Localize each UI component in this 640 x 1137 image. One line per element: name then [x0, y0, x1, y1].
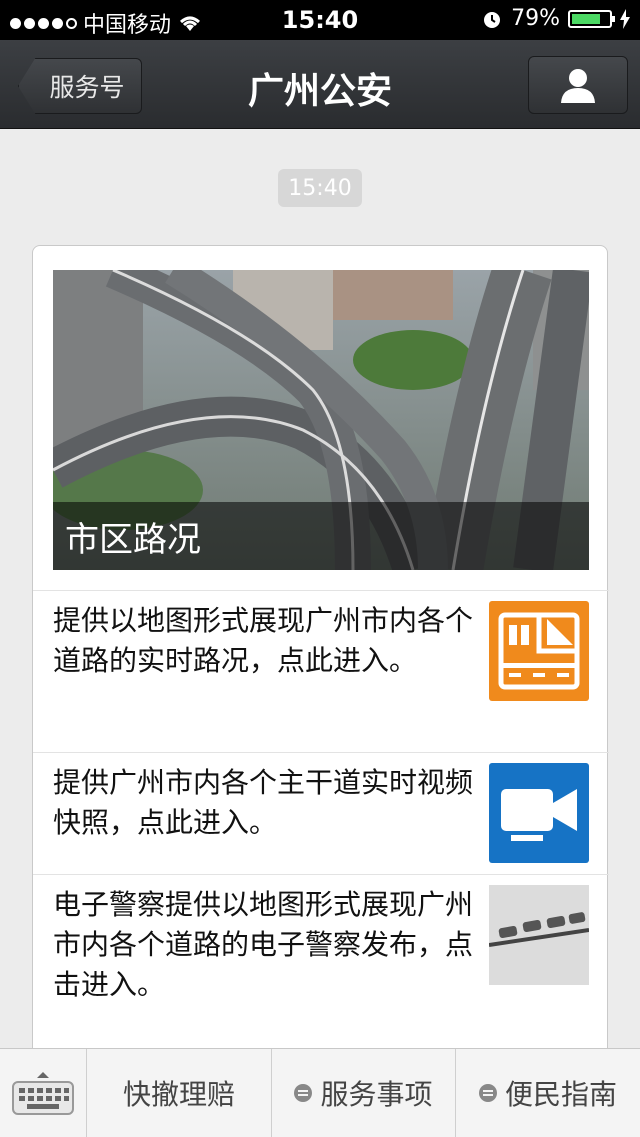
list-item[interactable]: 提供以地图形式展现广州市内各个道路的实时路况，点此进入。	[33, 590, 609, 753]
surveillance-camera-photo	[488, 885, 590, 985]
list-item-text: 电子警察提供以地图形式展现广州市内各个道路的电子警察发布，点击进入。	[53, 888, 474, 1001]
menu-citizen-guide[interactable]: 便民指南	[456, 1049, 640, 1137]
menu-quick-claims[interactable]: 快撤理赔	[87, 1049, 272, 1137]
list-item-text: 提供以地图形式展现广州市内各个道路的实时路况，点此进入。	[53, 604, 474, 677]
menu-label: 便民指南	[504, 1078, 617, 1111]
menu-services[interactable]: 服务事项	[272, 1049, 456, 1137]
keyboard-toggle-button[interactable]	[0, 1049, 87, 1137]
user-icon	[561, 69, 595, 103]
chat-area: 15:40 市区路况 提供以地图形式展现广州市内各个道路的实时路况，点此进入。 …	[0, 129, 640, 1048]
list-item-text: 提供广州市内各个主干道实时视频快照，点此进入。	[53, 766, 474, 839]
charging-icon	[620, 8, 630, 29]
article-card[interactable]: 市区路况 提供以地图形式展现广州市内各个道路的实时路况，点此进入。 提供广州市内…	[32, 245, 609, 1048]
status-right: 79%	[481, 6, 630, 31]
battery-icon	[568, 9, 615, 28]
submenu-icon	[478, 1084, 497, 1102]
status-bar: 中国移动 15:40 79%	[0, 0, 640, 40]
navigation-bar: 服务号 广州公安	[0, 40, 640, 129]
alarm-icon	[484, 11, 501, 28]
video-camera-icon	[489, 763, 589, 863]
message-timestamp: 15:40	[278, 169, 362, 207]
cover-caption: 市区路况	[53, 502, 589, 570]
traffic-map-icon	[489, 601, 589, 701]
bottom-menu-bar: 快撤理赔 服务事项 便民指南	[0, 1048, 640, 1137]
menu-label: 服务事项	[320, 1078, 433, 1111]
profile-button[interactable]	[528, 56, 628, 114]
menu-label: 快撤理赔	[122, 1078, 235, 1111]
keyboard-icon	[12, 1072, 74, 1115]
cover-image[interactable]: 市区路况	[53, 270, 589, 570]
battery-percent: 79%	[511, 6, 560, 31]
submenu-icon	[294, 1084, 313, 1102]
list-item[interactable]: 电子警察提供以地图形式展现广州市内各个道路的电子警察发布，点击进入。	[33, 874, 609, 1037]
list-item[interactable]: 提供广州市内各个主干道实时视频快照，点此进入。	[33, 752, 609, 875]
